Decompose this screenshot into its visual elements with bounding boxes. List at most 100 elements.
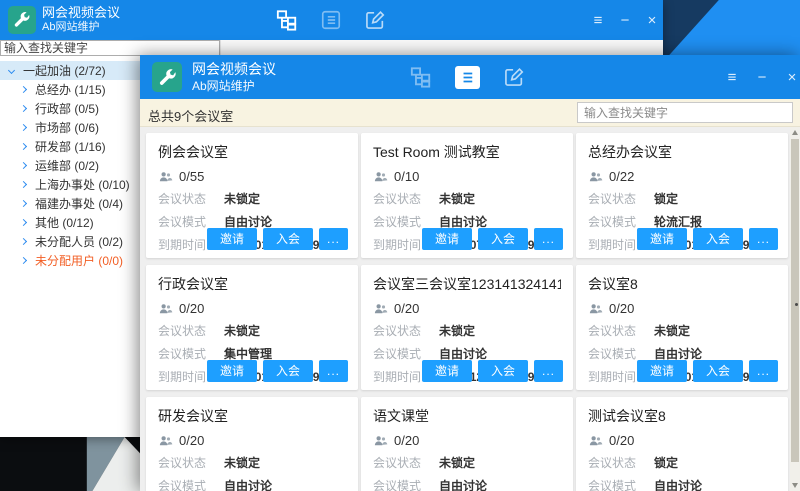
join-button[interactable]: 入会 <box>263 360 313 382</box>
scrollbar-up-arrow[interactable] <box>792 130 798 135</box>
front-window-titles: 网会视频会议 Ab网站维护 <box>192 61 276 94</box>
room-name: 会议室三会议室123141324141三会... <box>373 274 561 294</box>
wallpaper-navy-band <box>660 0 800 56</box>
chevron-icon <box>20 105 27 112</box>
scrollbar-thumb[interactable] <box>791 139 799 462</box>
tree-item-label: 其他 (0/12) <box>35 214 94 231</box>
invite-button[interactable]: 邀请 <box>637 228 687 250</box>
room-occupancy: 0/55 <box>179 169 204 184</box>
people-icon <box>158 301 173 316</box>
chevron-icon <box>20 257 27 264</box>
mode-label: 会议模式 <box>588 477 646 491</box>
org-chart-icon[interactable] <box>410 66 432 88</box>
scrollbar-grip <box>795 303 798 306</box>
room-occupancy-row: 0/20 <box>373 433 561 448</box>
room-occupancy-row: 0/20 <box>158 433 346 448</box>
room-status-row: 会议状态 未锁定 <box>588 322 776 339</box>
app-title: 网会视频会议 <box>42 5 120 21</box>
room-status-row: 会议状态 锁定 <box>588 190 776 207</box>
mode-value: 自由讨论 <box>654 477 702 491</box>
edit-icon[interactable] <box>503 66 525 88</box>
people-icon <box>373 169 388 184</box>
status-value: 未锁定 <box>224 322 260 339</box>
room-actions: 邀请 入会 ... <box>637 228 778 250</box>
room-name: 会议室8 <box>588 274 776 294</box>
room-occupancy: 0/20 <box>394 301 419 316</box>
minimize-icon[interactable]: − <box>617 13 633 28</box>
menu-icon[interactable]: ≡ <box>590 13 606 28</box>
room-name: 研发会议室 <box>158 406 346 426</box>
room-actions: 邀请 入会 ... <box>207 228 348 250</box>
front-window: 网会视频会议 Ab网站维护 ≡ − × 总共9个会议室 例会会议室 <box>140 55 800 491</box>
front-window-controls: ≡ − × <box>724 55 800 99</box>
front-window-titlebar: 网会视频会议 Ab网站维护 ≡ − × <box>140 55 800 99</box>
room-mode-row: 会议模式 自由讨论 <box>373 477 561 491</box>
mode-value: 自由讨论 <box>439 477 487 491</box>
room-status-row: 会议状态 未锁定 <box>373 322 561 339</box>
chevron-icon <box>20 200 27 207</box>
people-icon <box>158 433 173 448</box>
more-button[interactable]: ... <box>749 360 778 382</box>
invite-button[interactable]: 邀请 <box>637 360 687 382</box>
join-button[interactable]: 入会 <box>263 228 313 250</box>
edit-icon[interactable] <box>364 9 386 31</box>
menu-icon[interactable]: ≡ <box>724 70 740 85</box>
people-icon <box>588 169 603 184</box>
scrollbar[interactable] <box>790 127 800 491</box>
status-value: 锁定 <box>654 190 678 207</box>
list-icon[interactable] <box>320 9 342 31</box>
more-button[interactable]: ... <box>319 360 348 382</box>
join-button[interactable]: 入会 <box>478 228 528 250</box>
close-icon[interactable]: × <box>644 13 660 28</box>
room-card: 会议室三会议室123141324141三会... 0/20 会议状态 未锁定 会… <box>361 265 573 390</box>
list-icon-selected[interactable] <box>455 66 480 89</box>
room-occupancy: 0/20 <box>609 433 634 448</box>
scrollbar-down-arrow[interactable] <box>792 483 798 488</box>
org-chart-icon[interactable] <box>276 9 298 31</box>
invite-button[interactable]: 邀请 <box>422 360 472 382</box>
mode-label: 会议模式 <box>373 477 431 491</box>
chevron-icon <box>20 162 27 169</box>
more-button[interactable]: ... <box>749 228 778 250</box>
room-count-summary: 总共9个会议室 <box>148 106 233 125</box>
room-search-input[interactable] <box>577 102 793 123</box>
more-button[interactable]: ... <box>319 228 348 250</box>
close-icon[interactable]: × <box>784 70 800 85</box>
room-card: 行政会议室 0/20 会议状态 未锁定 会议模式 集中管理 到期时间 2023-… <box>146 265 358 390</box>
invite-button[interactable]: 邀请 <box>207 228 257 250</box>
status-label: 会议状态 <box>158 322 216 339</box>
join-button[interactable]: 入会 <box>478 360 528 382</box>
room-actions: 邀请 入会 ... <box>637 360 778 382</box>
chevron-icon <box>20 181 27 188</box>
status-value: 未锁定 <box>224 190 260 207</box>
join-button[interactable]: 入会 <box>693 228 743 250</box>
more-button[interactable]: ... <box>534 228 563 250</box>
join-button[interactable]: 入会 <box>693 360 743 382</box>
sidebar-search-input[interactable] <box>0 40 220 56</box>
wallpaper-top-right <box>660 0 800 56</box>
wrench-icon <box>12 10 31 29</box>
status-label: 会议状态 <box>373 190 431 207</box>
room-card: 例会会议室 0/55 会议状态 未锁定 会议模式 自由讨论 到期时间 2028-… <box>146 133 358 258</box>
minimize-icon[interactable]: − <box>754 70 770 85</box>
room-actions: 邀请 入会 ... <box>207 360 348 382</box>
room-occupancy-row: 0/22 <box>588 169 776 184</box>
more-button[interactable]: ... <box>534 360 563 382</box>
tree-item-label: 总经办 (1/15) <box>35 81 106 98</box>
invite-button[interactable]: 邀请 <box>207 360 257 382</box>
room-status-row: 会议状态 未锁定 <box>158 190 346 207</box>
status-label: 会议状态 <box>588 322 646 339</box>
invite-button[interactable]: 邀请 <box>422 228 472 250</box>
room-card: Test Room 测试教室 0/10 会议状态 未锁定 会议模式 自由讨论 到… <box>361 133 573 258</box>
app-subtitle: Ab网站维护 <box>192 79 276 94</box>
people-icon <box>158 169 173 184</box>
chevron-icon <box>20 86 27 93</box>
chevron-icon <box>20 219 27 226</box>
wallpaper-bottom-left <box>0 437 140 491</box>
status-value: 未锁定 <box>439 322 475 339</box>
room-status-row: 会议状态 未锁定 <box>373 190 561 207</box>
room-occupancy-row: 0/20 <box>373 301 561 316</box>
status-label: 会议状态 <box>158 190 216 207</box>
people-icon <box>373 301 388 316</box>
mode-value: 自由讨论 <box>224 477 272 491</box>
